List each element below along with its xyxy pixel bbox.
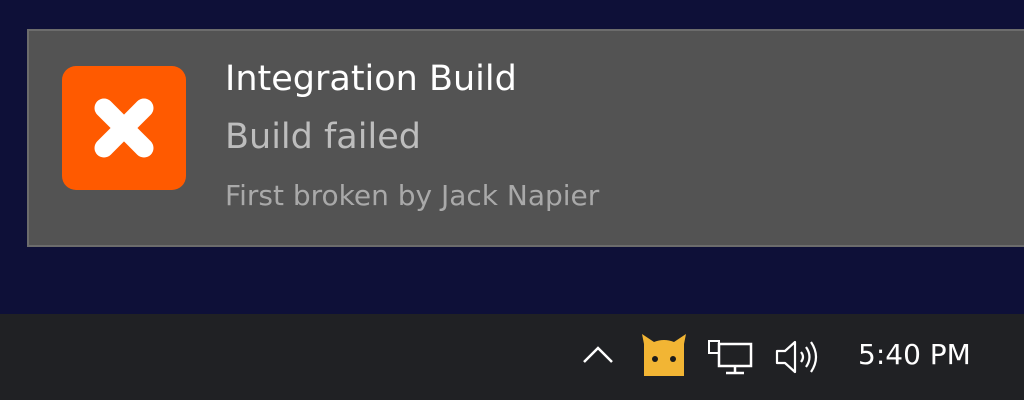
taskbar: 5:40 PM bbox=[0, 314, 1024, 400]
toast-notification[interactable]: Integration Build Build failed First bro… bbox=[27, 29, 1024, 247]
error-x-icon bbox=[62, 66, 186, 190]
notification-message: Build failed bbox=[225, 117, 421, 157]
chevron-up-icon[interactable] bbox=[578, 336, 618, 376]
volume-icon[interactable] bbox=[772, 334, 822, 380]
cat-app-icon[interactable] bbox=[638, 332, 690, 380]
notification-attribution: First broken by Jack Napier bbox=[225, 179, 600, 212]
network-icon[interactable] bbox=[706, 334, 756, 380]
taskbar-clock[interactable]: 5:40 PM bbox=[858, 338, 971, 371]
notification-title: Integration Build bbox=[225, 59, 517, 99]
